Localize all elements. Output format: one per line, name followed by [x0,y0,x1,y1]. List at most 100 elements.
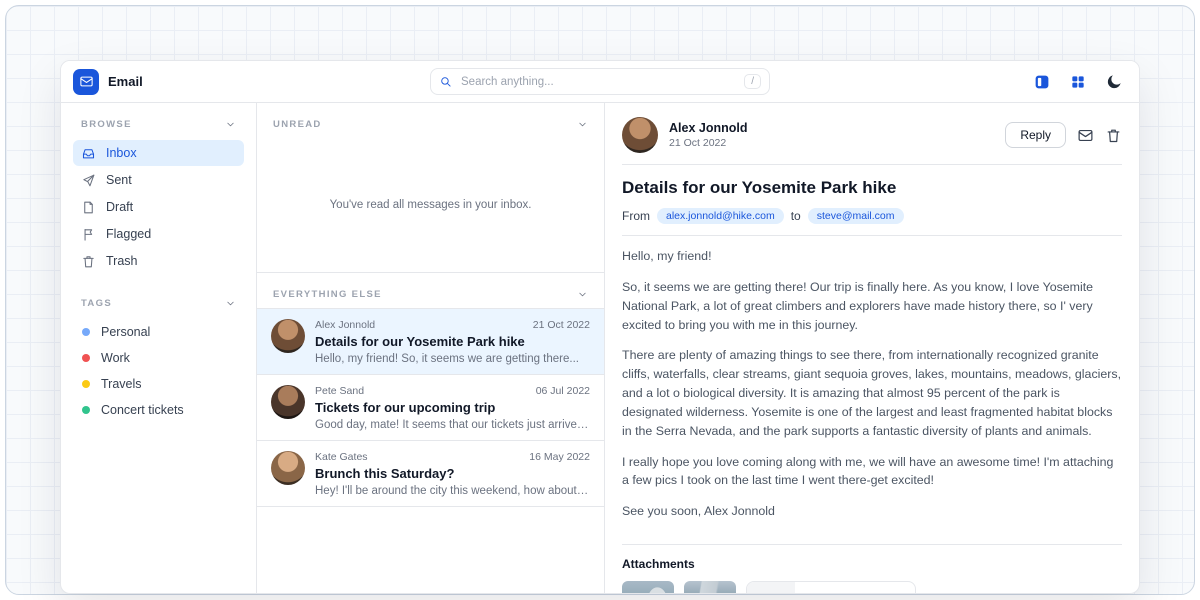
email-subject: Details for our Yosemite Park hike [315,334,590,349]
tag-color-dot [82,406,90,414]
email-list-item[interactable]: Pete Sand 06 Jul 2022 Tickets for our up… [257,374,604,440]
sidebar-item-inbox[interactable]: Inbox [73,140,244,166]
app-header: Email / [61,61,1139,103]
dark-mode-toggle[interactable] [1101,69,1127,95]
trash-icon [81,254,96,269]
app-body: BROWSE Inbox Sent [61,103,1139,593]
draft-icon [81,200,96,215]
search-shortcut-badge: / [744,74,761,89]
email-list-item[interactable]: Alex Jonnold 21 Oct 2022 Details for our… [257,308,604,374]
sidebar-item-sent[interactable]: Sent [73,167,244,193]
message-paragraph: There are plenty of amazing things to se… [622,346,1122,440]
email-preview: Hey! I'll be around the city this weeken… [315,485,590,497]
unread-section-header: UNREAD [257,103,604,138]
app-title: Email [108,74,143,89]
sidebar-item-label: Inbox [106,146,137,160]
to-email-badge[interactable]: steve@mail.com [808,208,904,224]
email-item-content: Kate Gates 16 May 2022 Brunch this Satur… [315,451,590,497]
divider [622,235,1122,236]
email-list-column: UNREAD You've read all messages in your … [257,103,605,593]
search-icon [439,75,452,88]
avatar [622,117,658,153]
everything-else-section-header: EVERYTHING ELSE [257,273,604,308]
reply-button[interactable]: Reply [1005,122,1066,148]
message-sender-block: Alex Jonnold 21 Oct 2022 [669,121,747,149]
everything-else-label: EVERYTHING ELSE [273,289,382,300]
chevron-down-icon[interactable] [225,298,236,309]
apps-grid-button[interactable] [1065,69,1091,95]
chevron-down-icon[interactable] [577,289,588,300]
flag-icon [81,227,96,242]
message-paragraph: So, it seems we are getting there! Our t… [622,278,1122,335]
tag-color-dot [82,328,90,336]
email-logo-icon [73,69,99,95]
message-header: Alex Jonnold 21 Oct 2022 Reply [622,117,1122,153]
message-paragraph: Hello, my friend! [622,247,1122,266]
email-date: 16 May 2022 [529,451,590,463]
envelope-icon [1077,127,1094,144]
sidebar-item-draft[interactable]: Draft [73,194,244,220]
email-preview: Hello, my friend! So, it seems we are ge… [315,353,590,365]
unread-label: UNREAD [273,119,322,130]
divider [622,544,1122,545]
tag-color-dot [82,354,90,362]
avatar [271,451,305,485]
browse-label: BROWSE [81,119,132,130]
message-body: Hello, my friend! So, it seems we are ge… [622,247,1122,533]
tag-item-work[interactable]: Work [73,345,244,371]
attachment-photo-1[interactable] [622,581,674,593]
send-icon [81,173,96,188]
delete-message-button[interactable] [1105,127,1122,144]
sidebar-item-label: Flagged [106,227,151,241]
attachment-file-card[interactable]: videos-hike.zip 100 MB [746,581,916,593]
email-item-content: Pete Sand 06 Jul 2022 Tickets for our up… [315,385,590,431]
email-subject: Tickets for our upcoming trip [315,400,590,415]
sender-name: Pete Sand [315,385,364,397]
email-list-item[interactable]: Kate Gates 16 May 2022 Brunch this Satur… [257,440,604,507]
email-list: Alex Jonnold 21 Oct 2022 Details for our… [257,308,604,507]
chevron-down-icon[interactable] [577,119,588,130]
message-paragraph: See you soon, Alex Jonnold [622,502,1122,521]
trash-icon [1105,127,1122,144]
header-actions [1029,69,1127,95]
browse-section-header: BROWSE [73,119,244,130]
message-date: 21 Oct 2022 [669,137,747,149]
avatar [271,319,305,353]
tag-label: Work [101,351,130,365]
sidebar-item-label: Trash [106,254,138,268]
search-input[interactable] [459,75,737,89]
mark-unread-button[interactable] [1077,127,1094,144]
email-date: 06 Jul 2022 [536,385,590,397]
tags-section: TAGS Personal Work Travels [73,298,244,423]
sidebar-item-trash[interactable]: Trash [73,248,244,274]
layout-toggle-button[interactable] [1029,69,1055,95]
unread-section: UNREAD You've read all messages in your … [257,103,604,273]
chevron-down-icon[interactable] [225,119,236,130]
reading-pane: Alex Jonnold 21 Oct 2022 Reply [605,103,1139,593]
tag-item-personal[interactable]: Personal [73,319,244,345]
message-actions: Reply [1005,122,1122,148]
tag-item-travels[interactable]: Travels [73,371,244,397]
search-bar: / [430,68,770,95]
message-paragraph: I really hope you love coming along with… [622,453,1122,491]
sender-name: Kate Gates [315,451,368,463]
divider [622,164,1122,165]
unread-empty-message: You've read all messages in your inbox. [257,138,604,272]
email-subject: Brunch this Saturday? [315,466,590,481]
tag-label: Travels [101,377,142,391]
sidebar-item-flagged[interactable]: Flagged [73,221,244,247]
to-label: to [791,209,801,223]
sidebar-item-label: Sent [106,173,132,187]
file-meta: videos-hike.zip 100 MB [795,582,893,593]
sidebar: BROWSE Inbox Sent [61,103,257,593]
attachment-photo-2[interactable] [684,581,736,593]
tag-label: Concert tickets [101,403,184,417]
tag-item-concert-tickets[interactable]: Concert tickets [73,397,244,423]
attachments-row: videos-hike.zip 100 MB [622,581,1122,593]
sidebar-item-label: Draft [106,200,133,214]
sender-name: Alex Jonnold [315,319,375,331]
tags-section-header: TAGS [73,298,244,309]
tag-color-dot [82,380,90,388]
brand: Email [73,69,143,95]
from-email-badge[interactable]: alex.jonnold@hike.com [657,208,784,224]
